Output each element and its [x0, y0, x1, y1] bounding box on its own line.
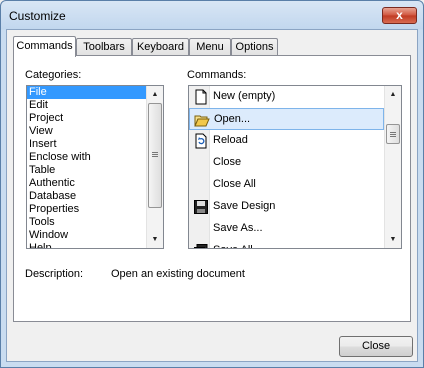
tab-options[interactable]: Options — [231, 38, 278, 56]
close-button[interactable]: Close — [339, 336, 413, 357]
command-item[interactable]: New (empty) — [189, 86, 384, 108]
category-item[interactable]: Properties — [27, 203, 163, 216]
category-item[interactable]: Database — [27, 190, 163, 203]
tab-commands[interactable]: Commands — [13, 36, 76, 57]
category-item[interactable]: Enclose with — [27, 151, 163, 164]
reload-icon — [193, 133, 209, 149]
category-item[interactable]: Insert — [27, 138, 163, 151]
command-item[interactable]: Open... — [189, 108, 384, 130]
commands-tab-panel: Categories: File Edit Project View Insert Enc… — [13, 55, 411, 322]
open-folder-icon — [194, 112, 210, 128]
tab-label: Options — [235, 41, 274, 53]
command-label: Save All — [213, 244, 253, 248]
command-label: Reload — [213, 134, 248, 146]
tab-menu[interactable]: Menu — [189, 38, 231, 56]
category-item[interactable]: File — [27, 86, 163, 99]
categories-list: File Edit Project View Insert Enclose with Tab… — [27, 86, 163, 248]
scroll-down-arrow-icon[interactable]: ▼ — [147, 231, 163, 248]
close-icon: x — [396, 8, 403, 22]
save-all-icon — [193, 243, 209, 248]
command-label: Open... — [214, 113, 251, 125]
tab-label: Commands — [16, 40, 73, 52]
new-document-icon — [193, 89, 209, 105]
categories-label: Categories: — [25, 69, 82, 81]
command-item[interactable]: Save Design — [189, 196, 384, 218]
command-label: New (empty) — [213, 90, 276, 102]
tab-keyboard[interactable]: Keyboard — [132, 38, 189, 56]
tab-label: Keyboard — [136, 41, 185, 53]
tab-label: Toolbars — [83, 41, 125, 53]
scroll-up-arrow-icon[interactable]: ▲ — [385, 86, 401, 103]
scroll-down-arrow-icon[interactable]: ▼ — [385, 231, 401, 248]
dialog-client-area: Commands Toolbars Keyboard Menu Options … — [6, 29, 418, 362]
customize-dialog: Customize x Commands Toolbars Keyboard M… — [0, 0, 424, 368]
scroll-thumb[interactable] — [386, 124, 400, 144]
description-label: Description: — [25, 268, 84, 280]
categories-scrollbar[interactable]: ▲ ▼ — [146, 86, 163, 248]
command-label: Close — [213, 156, 242, 168]
commands-label: Commands: — [187, 69, 247, 81]
save-disk-icon — [193, 199, 209, 215]
tab-label: Menu — [196, 41, 224, 53]
commands-scrollbar[interactable]: ▲ ▼ — [384, 86, 401, 248]
category-item[interactable]: Edit — [27, 99, 163, 112]
category-item[interactable]: View — [27, 125, 163, 138]
command-item[interactable]: Close — [189, 152, 384, 174]
tab-toolbars[interactable]: Toolbars — [76, 38, 132, 56]
title-bar[interactable]: Customize x — [2, 2, 422, 29]
scroll-up-arrow-icon[interactable]: ▲ — [147, 86, 163, 103]
category-item[interactable]: Authentic — [27, 177, 163, 190]
scroll-thumb[interactable] — [148, 103, 162, 208]
command-item[interactable]: Save As... — [189, 218, 384, 240]
category-item[interactable]: Project — [27, 112, 163, 125]
window-title: Customize — [9, 9, 66, 23]
command-item[interactable]: Save All — [189, 240, 384, 248]
description-text: Open an existing document — [111, 268, 245, 280]
window-close-button[interactable]: x — [382, 7, 417, 24]
category-item[interactable]: Help — [27, 242, 163, 248]
command-label: Close All — [213, 178, 256, 190]
category-item[interactable]: Table — [27, 164, 163, 177]
command-item[interactable]: Reload — [189, 130, 384, 152]
command-label: Save As... — [213, 222, 263, 234]
close-button-label: Close — [361, 340, 391, 352]
commands-listbox[interactable]: New (empty) Open... Reload Close Close All Sa… — [188, 85, 402, 249]
category-item[interactable]: Tools — [27, 216, 163, 229]
command-label: Save Design — [213, 200, 276, 212]
categories-listbox[interactable]: File Edit Project View Insert Enclose with Tab… — [26, 85, 164, 249]
command-item[interactable]: Close All — [189, 174, 384, 196]
category-item[interactable]: Window — [27, 229, 163, 242]
